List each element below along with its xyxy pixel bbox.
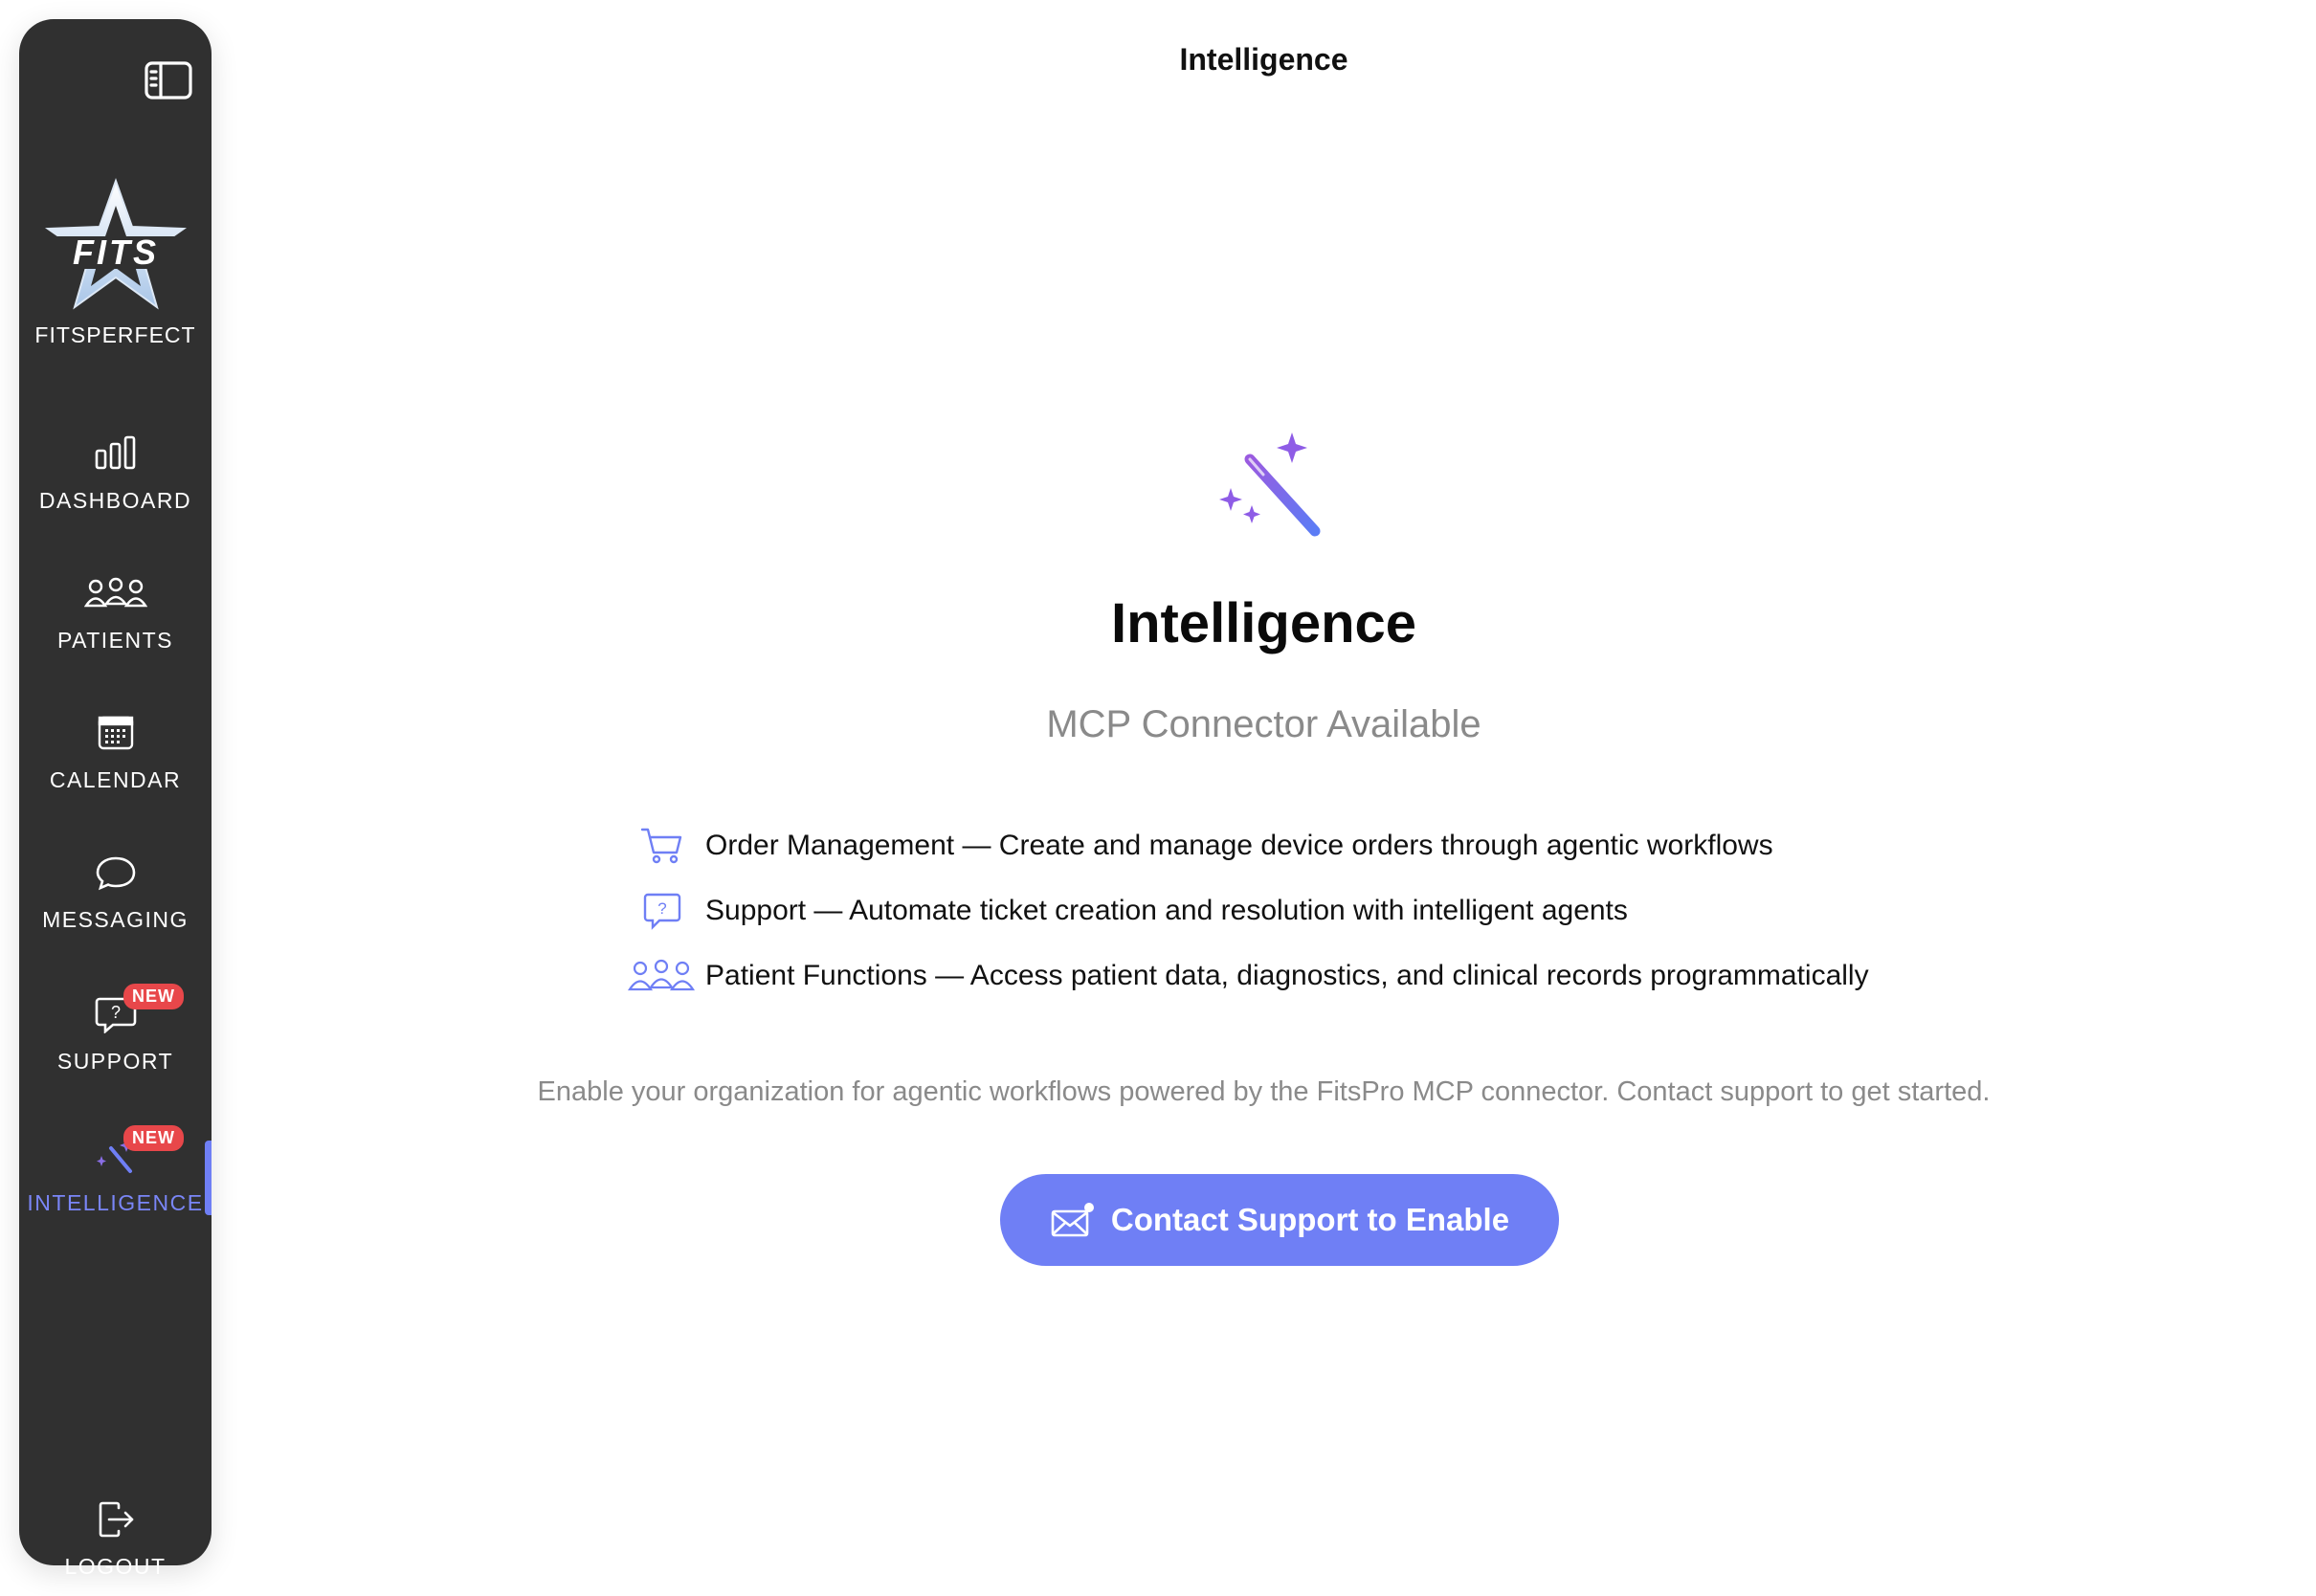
hero-subtitle: MCP Connector Available (1046, 703, 1481, 745)
logout-icon (99, 1501, 133, 1538)
brand[interactable]: FITS FITSPERFECT (19, 177, 212, 348)
svg-text:FITS: FITS (73, 233, 159, 272)
new-badge: NEW (123, 1125, 184, 1151)
sidebar-item-intelligence[interactable]: NEW INTELLIGENCE (19, 1125, 212, 1216)
calendar-icon (98, 716, 133, 750)
sidebar-item-calendar[interactable]: CALENDAR (19, 712, 212, 793)
page-title: Intelligence (1179, 42, 1348, 77)
bar-chart-icon (95, 435, 135, 470)
mail-notification-icon (1050, 1201, 1096, 1239)
description-text: Enable your organization for agentic wor… (537, 1076, 1991, 1107)
chat-bubble-icon (96, 856, 135, 891)
new-badge: NEW (123, 984, 184, 1009)
sidebar-item-dashboard[interactable]: DASHBOARD (19, 432, 212, 514)
sidebar-item-label: CALENDAR (49, 767, 182, 792)
list-item: ? Support — Automate ticket creation and… (627, 888, 1628, 934)
people-icon (83, 577, 147, 608)
logout-button[interactable]: LOGOUT (19, 1498, 212, 1580)
sidebar-item-label: DASHBOARD (38, 488, 192, 513)
feature-text: Support — Automate ticket creation and r… (705, 895, 1628, 926)
cart-icon (640, 828, 682, 864)
sidebar-item-label: INTELLIGENCE (27, 1190, 204, 1215)
list-item: Order Management — Create and manage dev… (627, 823, 1773, 869)
sidebar-item-label: MESSAGING (42, 907, 189, 932)
contact-support-button[interactable]: Contact Support to Enable (1000, 1174, 1559, 1266)
hero-title: Intelligence (1110, 592, 1417, 654)
magic-wand-sparkles-icon (1215, 431, 1330, 545)
help-bubble-icon: ? (643, 893, 681, 930)
fits-logo: FITS (44, 177, 188, 311)
sidebar-toggle-icon[interactable] (144, 59, 193, 101)
contact-support-label: Contact Support to Enable (1110, 1202, 1510, 1237)
sidebar: FITS FITSPERFECT DASHBOARD PATIENTS CALE… (19, 19, 212, 1579)
logout-label: LOGOUT (64, 1554, 167, 1579)
sidebar-item-label: PATIENTS (56, 628, 174, 653)
svg-text:?: ? (657, 899, 666, 918)
sidebar-item-patients[interactable]: PATIENTS (19, 572, 212, 654)
active-indicator (205, 1141, 212, 1215)
people-icon (627, 959, 696, 991)
sidebar-item-label: SUPPORT (56, 1049, 174, 1074)
app-window: FITS FITSPERFECT DASHBOARD PATIENTS CALE… (0, 0, 2316, 1596)
sidebar-item-support[interactable]: ? NEW SUPPORT (19, 984, 212, 1075)
brand-name: FITSPERFECT (34, 322, 196, 347)
feature-text: Order Management — Create and manage dev… (705, 830, 1773, 861)
feature-text: Patient Functions — Access patient data,… (705, 960, 1869, 991)
list-item: Patient Functions — Access patient data,… (627, 953, 1869, 999)
sidebar-item-messaging[interactable]: MESSAGING (19, 852, 212, 933)
svg-text:?: ? (110, 1003, 120, 1022)
